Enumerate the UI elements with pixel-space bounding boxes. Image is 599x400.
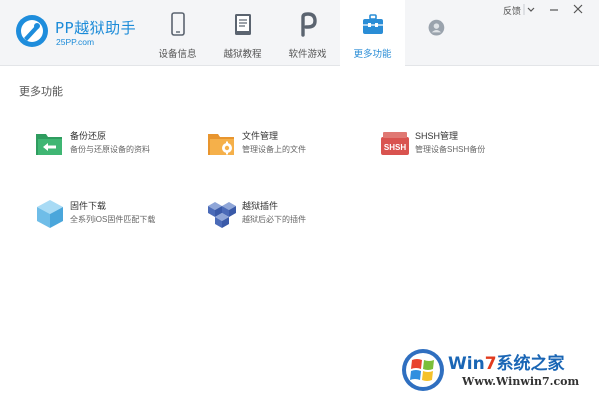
plugin-boxes-icon — [208, 202, 236, 228]
feature-desc: 全系列iOS固件匹配下载 — [70, 215, 156, 224]
pp-store-icon — [300, 12, 317, 37]
backup-folder-icon — [36, 134, 62, 155]
tab-label: 更多功能 — [353, 49, 392, 60]
windows-logo-icon — [402, 349, 444, 391]
feature-jailbreak-plugins[interactable]: 越狱插件 越狱后必下的插件 — [206, 198, 376, 234]
tab-label: 越狱教程 — [223, 49, 262, 60]
phone-icon — [170, 12, 185, 36]
title-bar: PP越狱助手 25PP.com 设备信息 越狱教程 软件游戏 更多功能 反馈 — [0, 0, 599, 66]
firmware-cube-icon — [37, 200, 63, 228]
svg-text:SHSH: SHSH — [384, 143, 406, 152]
feature-backup-restore[interactable]: 备份还原 备份与还原设备的资料 — [34, 128, 204, 164]
feature-name: 备份还原 — [70, 131, 107, 141]
tab-user-avatar[interactable] — [405, 0, 470, 65]
feature-desc: 备份与还原设备的资料 — [70, 145, 150, 154]
avatar-icon — [428, 19, 444, 36]
feature-name: SHSH管理 — [415, 131, 459, 141]
shsh-icon: SHSH — [381, 132, 409, 155]
feature-desc: 管理设备上的文件 — [242, 145, 306, 154]
app-logo: PP越狱助手 25PP.com — [15, 11, 165, 51]
file-folder-icon — [208, 134, 234, 155]
book-icon — [234, 14, 251, 35]
tab-software-games[interactable]: 软件游戏 — [275, 0, 340, 65]
tab-jailbreak-tutorial[interactable]: 越狱教程 — [210, 0, 275, 65]
feedback-link[interactable]: 反馈 — [503, 4, 521, 17]
watermark: Win7系统之家 Www.Winwin7.com — [400, 345, 596, 397]
close-icon[interactable] — [571, 3, 585, 16]
feature-name: 越狱插件 — [242, 201, 279, 211]
app-subtitle: 25PP.com — [56, 37, 95, 47]
toolbox-icon — [362, 14, 383, 34]
minimize-icon[interactable] — [547, 3, 561, 16]
feature-firmware-download[interactable]: 固件下载 全系列iOS固件匹配下载 — [34, 198, 204, 234]
tab-device-info[interactable]: 设备信息 — [145, 0, 210, 65]
feature-desc: 越狱后必下的插件 — [242, 215, 306, 224]
feature-name: 文件管理 — [242, 131, 279, 141]
tab-more-features[interactable]: 更多功能 — [340, 0, 405, 66]
feature-shsh-management[interactable]: SHSH SHSH管理 管理设备SHSH备份 — [379, 128, 549, 164]
watermark-title: Win7系统之家 — [448, 354, 565, 374]
feature-desc: 管理设备SHSH备份 — [415, 145, 486, 154]
dropdown-icon[interactable] — [523, 3, 537, 16]
feature-name: 固件下载 — [70, 201, 107, 211]
pp-logo-icon — [16, 15, 48, 47]
feature-file-management[interactable]: 文件管理 管理设备上的文件 — [206, 128, 376, 164]
section-title: 更多功能 — [19, 86, 63, 98]
tab-label: 设备信息 — [158, 49, 197, 60]
tab-label: 软件游戏 — [288, 49, 327, 60]
app-title: PP越狱助手 — [55, 19, 137, 37]
watermark-url: Www.Winwin7.com — [462, 375, 580, 388]
